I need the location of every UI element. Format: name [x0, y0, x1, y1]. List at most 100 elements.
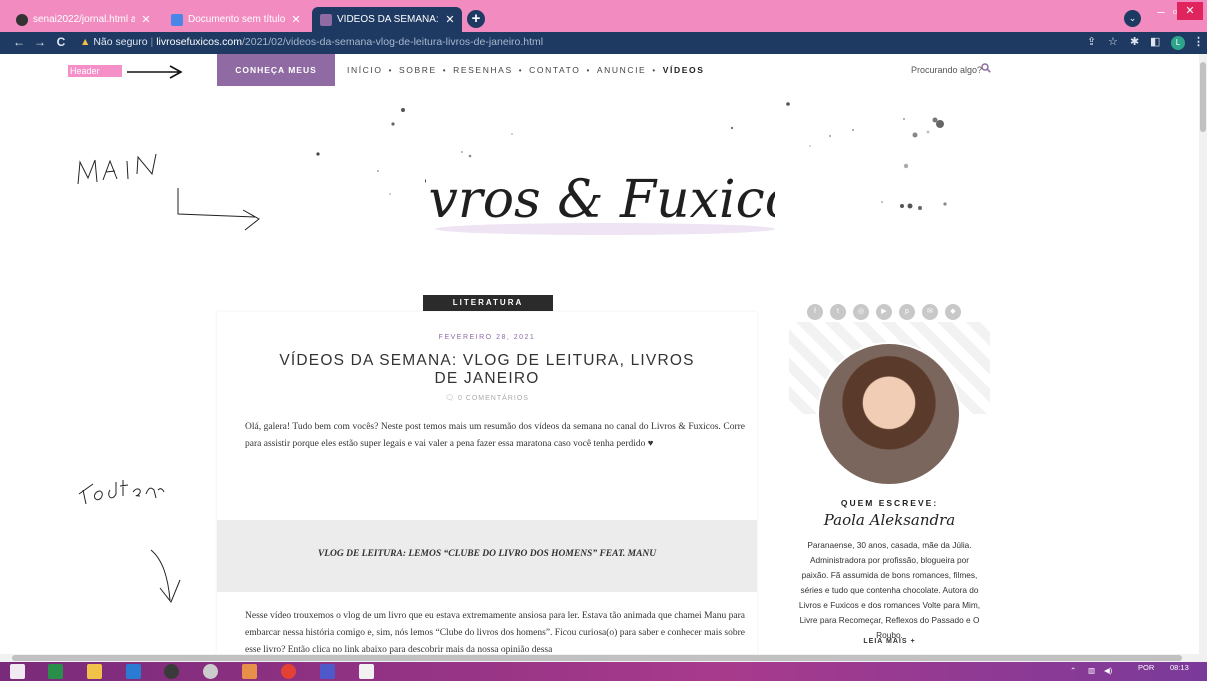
- video-banner: VLOG DE LEITURA: LEMOS “CLUBE DO LIVRO D…: [217, 520, 757, 592]
- site-navigation: Header CONHEÇA MEUS LIVROS INÍCIO • SOBR…: [0, 54, 1199, 107]
- share-icon[interactable]: ⇪: [1087, 35, 1096, 48]
- header-annotation-label: Header: [68, 65, 122, 77]
- menu-item-inicio[interactable]: INÍCIO: [347, 65, 383, 75]
- tab-title: senai2022/jornal.html at master: [33, 14, 135, 25]
- post-date: FEVEREIRO 28, 2021: [438, 334, 536, 341]
- windows-start-icon[interactable]: [10, 664, 25, 679]
- new-tab-button[interactable]: +: [467, 10, 485, 28]
- footer-handwriting: [78, 480, 165, 505]
- menu-separator: •: [388, 65, 393, 75]
- menu-item-videos[interactable]: VÍDEOS: [663, 65, 705, 75]
- post-intro: Olá, galera! Tudo bem com vocês? Neste p…: [245, 422, 745, 449]
- language-indicator[interactable]: POR: [1138, 664, 1154, 672]
- vscode-icon[interactable]: [126, 664, 141, 679]
- logo-text: Livros & Fuxicos: [425, 170, 775, 230]
- post-card: FEVEREIRO 28, 2021 VÍDEOS DA SEMANA: VLO…: [217, 312, 757, 654]
- windows-taskbar: ⌃ ▥ ◀) POR 08:13: [0, 662, 1207, 681]
- tab-title: VÍDEOS DA SEMANA: Vlog de Le: [337, 14, 439, 25]
- main-menu: INÍCIO • SOBRE • RESENHAS • CONTATO • AN…: [347, 54, 704, 86]
- file-explorer-icon[interactable]: [87, 664, 102, 679]
- site-logo[interactable]: Livros & Fuxicos: [425, 167, 775, 242]
- browser-tab-strip: senai2022/jornal.html at master ✕ Docume…: [0, 0, 1207, 32]
- instagram-icon[interactable]: ◎: [853, 304, 869, 320]
- close-icon[interactable]: ✕: [290, 13, 302, 26]
- search-icon[interactable]: [981, 63, 991, 73]
- address-bar[interactable]: ▲ Não seguro | livrosefuxicos.com/2021/0…: [80, 36, 543, 48]
- know-my-books-button[interactable]: CONHEÇA MEUS LIVROS: [217, 54, 335, 107]
- post-body: Nesse vídeo trouxemos o vlog de um livro…: [245, 611, 745, 654]
- menu-item-anuncie[interactable]: ANUNCIE: [597, 65, 646, 75]
- email-icon[interactable]: ✉: [922, 304, 938, 320]
- bookmark-star-icon[interactable]: ☆: [1108, 35, 1118, 48]
- author-name: Paola Aleksandra: [823, 511, 956, 529]
- main-arrow: [177, 188, 260, 231]
- warning-icon: ▲: [80, 36, 91, 48]
- profile-avatar[interactable]: L: [1171, 36, 1185, 50]
- author-avatar: [817, 342, 961, 486]
- back-arrow-icon[interactable]: ←: [12, 35, 26, 49]
- tab-title: Documento sem título - Docume: [188, 14, 285, 25]
- menu-separator: •: [442, 65, 448, 75]
- tab-github[interactable]: senai2022/jornal.html at master ✕: [8, 7, 158, 32]
- video-heading: VLOG DE LEITURA: LEMOS “CLUBE DO LIVRO D…: [317, 549, 657, 559]
- close-icon[interactable]: ✕: [444, 13, 456, 26]
- menu-separator: •: [586, 65, 591, 75]
- clock-time[interactable]: 08:13: [1170, 664, 1189, 672]
- tab-livros-fuxicos[interactable]: VÍDEOS DA SEMANA: Vlog de Le ✕: [312, 7, 462, 32]
- comments-count[interactable]: 🗨 0 COMENTÁRIOS: [217, 394, 757, 402]
- facebook-icon[interactable]: f: [807, 304, 823, 320]
- site-favicon-icon: [320, 13, 332, 26]
- page-viewport: Header CONHEÇA MEUS LIVROS INÍCIO • SOBR…: [0, 54, 1199, 654]
- network-icon[interactable]: ▥: [1088, 667, 1095, 675]
- menu-item-resenhas[interactable]: RESENHAS: [453, 65, 513, 75]
- teams-icon[interactable]: [320, 664, 335, 679]
- chrome-icon[interactable]: [281, 664, 296, 679]
- youtube-icon[interactable]: ▶: [876, 304, 892, 320]
- comments-text: 0 COMENTÁRIOS: [457, 395, 529, 402]
- window-close-button[interactable]: ✕: [1177, 2, 1203, 20]
- git-icon[interactable]: [242, 664, 257, 679]
- settings-gear-icon[interactable]: [203, 664, 218, 679]
- notepad-icon[interactable]: [359, 664, 374, 679]
- url-path: /2021/02/videos-da-semana-vlog-de-leitur…: [241, 36, 544, 48]
- store-icon[interactable]: [48, 664, 63, 679]
- post-title[interactable]: VÍDEOS DA SEMANA: VLOG DE LEITURA, LIVRO…: [277, 352, 697, 388]
- menu-separator: •: [518, 65, 524, 75]
- extensions-icon[interactable]: ✱: [1130, 35, 1139, 48]
- browser-toolbar: ← → C ▲ Não seguro | livrosefuxicos.com/…: [0, 32, 1207, 54]
- category-badge[interactable]: LITERATURA: [423, 295, 553, 311]
- docs-icon: [171, 13, 183, 26]
- search-prompt[interactable]: Procurando algo?: [911, 65, 982, 75]
- skoob-icon[interactable]: ◆: [945, 304, 961, 320]
- footer-arrow: [150, 549, 181, 603]
- main-handwriting: [77, 153, 157, 185]
- social-links: f t ◎ ▶ p ✉ ◆: [807, 304, 961, 320]
- scroll-thumb[interactable]: [1200, 62, 1206, 132]
- tray-chevron-icon[interactable]: ⌃: [1070, 667, 1076, 675]
- tab-search-button[interactable]: ⌄: [1124, 10, 1141, 27]
- author-sidebar: f t ◎ ▶ p ✉ ◆ QUEM ESCREVE: Paola Aleksa…: [789, 300, 990, 654]
- close-icon[interactable]: ✕: [140, 13, 152, 26]
- who-writes-heading: QUEM ESCREVE:: [840, 498, 939, 508]
- url-host: livrosefuxicos.com: [156, 36, 242, 48]
- horizontal-scrollbar[interactable]: [0, 654, 1207, 662]
- twitter-icon[interactable]: t: [830, 304, 846, 320]
- pinterest-icon[interactable]: p: [899, 304, 915, 320]
- menu-item-sobre[interactable]: SOBRE: [399, 65, 437, 75]
- forward-arrow-icon[interactable]: →: [33, 35, 47, 49]
- menu-kebab-icon[interactable]: ⋮: [1193, 35, 1204, 48]
- github-icon: [16, 13, 28, 26]
- vertical-scrollbar[interactable]: [1199, 54, 1207, 654]
- reload-icon[interactable]: C: [54, 35, 68, 49]
- read-more-link[interactable]: LEIA MAIS +: [789, 638, 990, 645]
- volume-icon[interactable]: ◀): [1104, 667, 1112, 675]
- menu-item-contato[interactable]: CONTATO: [529, 65, 580, 75]
- scroll-thumb[interactable]: [12, 655, 1182, 661]
- comment-bubble-icon: 🗨: [445, 395, 455, 402]
- tab-docs[interactable]: Documento sem título - Docume ✕: [163, 7, 308, 32]
- app-icon[interactable]: [164, 664, 179, 679]
- side-panel-icon[interactable]: ◧: [1150, 35, 1160, 48]
- security-label: Não seguro: [93, 36, 148, 48]
- menu-separator: •: [652, 65, 657, 75]
- author-bio: Paranaense, 30 anos, casada, mãe da Júli…: [798, 540, 981, 640]
